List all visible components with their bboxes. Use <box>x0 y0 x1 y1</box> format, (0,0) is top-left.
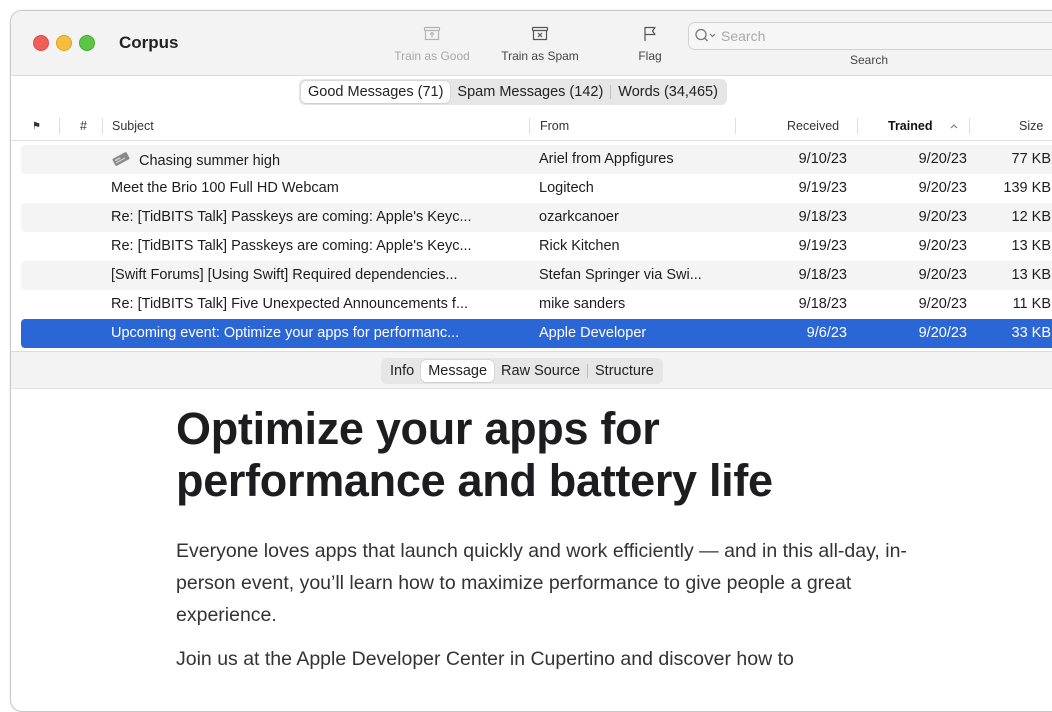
column-divider <box>735 118 736 134</box>
row-trained: 9/20/23 <box>918 267 967 283</box>
column-divider <box>59 118 60 134</box>
tab-message[interactable]: Message <box>421 360 495 382</box>
column-size[interactable]: Size <box>1019 119 1043 133</box>
row-subject: Chasing summer high <box>111 151 521 171</box>
toolbar: Corpus Train as Good Train as Spam Flag … <box>11 11 1052 76</box>
table-row[interactable]: [Swift Forums] [Using Swift] Required de… <box>21 261 1052 290</box>
tab-words[interactable]: Words (34,465) <box>611 81 725 103</box>
table-row-selected[interactable]: Upcoming event: Optimize your apps for p… <box>21 319 1052 348</box>
train-as-good-button[interactable]: Train as Good <box>387 23 477 63</box>
window-title: Corpus <box>119 33 179 52</box>
tab-raw-source[interactable]: Raw Source <box>494 360 587 382</box>
row-received: 9/18/23 <box>798 267 847 283</box>
column-divider <box>969 118 970 134</box>
message-paragraph: Everyone loves apps that launch quickly … <box>176 540 907 626</box>
search-box[interactable] <box>688 22 1052 50</box>
minimize-window-button[interactable] <box>56 35 72 51</box>
message-headline: Optimize your apps for performance and b… <box>176 403 773 506</box>
train-as-spam-label: Train as Spam <box>501 49 579 63</box>
row-subject: Re: [TidBITS Talk] Passkeys are coming: … <box>111 238 472 254</box>
search-input[interactable] <box>719 26 1023 46</box>
row-trained: 9/20/23 <box>918 151 967 167</box>
search-field-group: Search <box>688 22 1052 67</box>
train-as-spam-button[interactable]: Train as Spam <box>491 23 589 63</box>
row-received: 9/6/23 <box>806 325 847 341</box>
row-subject-text: Chasing summer high <box>139 153 281 169</box>
row-subject: [Swift Forums] [Using Swift] Required de… <box>111 267 458 283</box>
message-body: Optimize your apps for performance and b… <box>176 403 916 675</box>
column-number[interactable]: # <box>80 119 87 133</box>
search-icon[interactable] <box>694 27 718 50</box>
row-subject: Re: [TidBITS Talk] Passkeys are coming: … <box>111 209 472 225</box>
row-from: mike sanders <box>539 296 626 312</box>
row-size: 13 KB <box>1011 238 1052 254</box>
table-row[interactable]: Chasing summer high Ariel from Appfigure… <box>21 145 1052 174</box>
table-row[interactable]: Re: [TidBITS Talk] Passkeys are coming: … <box>21 203 1052 232</box>
row-received: 9/10/23 <box>798 151 847 167</box>
flag-icon <box>627 23 673 45</box>
detail-tabs: Info Message Raw Source Structure <box>381 358 663 384</box>
search-label: Search <box>850 53 889 67</box>
column-divider <box>857 118 858 134</box>
row-from: ozarkcanoer <box>539 209 619 225</box>
row-size: 77 KB <box>1011 151 1052 167</box>
row-size: 33 KB <box>1011 325 1052 341</box>
row-received: 9/19/23 <box>798 180 847 196</box>
tab-structure[interactable]: Structure <box>588 360 661 382</box>
row-subject: Re: [TidBITS Talk] Five Unexpected Annou… <box>111 296 469 312</box>
row-trained: 9/20/23 <box>918 238 967 254</box>
row-size: 139 KB <box>1003 180 1051 196</box>
row-from: Rick Kitchen <box>539 238 620 254</box>
row-trained: 9/20/23 <box>918 209 967 225</box>
newspaper-icon <box>111 151 131 171</box>
tab-info[interactable]: Info <box>383 360 421 382</box>
row-from: Ariel from Appfigures <box>539 151 674 167</box>
message-list: Chasing summer high Ariel from Appfigure… <box>21 145 1052 348</box>
tab-good-messages[interactable]: Good Messages (71) <box>301 81 451 103</box>
row-from: Logitech <box>539 180 594 196</box>
sort-ascending-icon[interactable] <box>949 120 959 134</box>
table-row[interactable]: Re: [TidBITS Talk] Passkeys are coming: … <box>21 232 1052 261</box>
row-size: 12 KB <box>1011 209 1052 225</box>
tray-up-icon <box>387 23 477 45</box>
message-paragraph: Join us at the Apple Developer Center in… <box>176 648 794 670</box>
table-row[interactable]: Re: [TidBITS Talk] Five Unexpected Annou… <box>21 290 1052 319</box>
column-subject[interactable]: Subject <box>112 119 154 133</box>
row-trained: 9/20/23 <box>918 180 967 196</box>
row-size: 13 KB <box>1011 267 1052 283</box>
row-trained: 9/20/23 <box>918 325 967 341</box>
column-received[interactable]: Received <box>787 119 839 133</box>
row-subject: Upcoming event: Optimize your apps for p… <box>111 325 460 341</box>
row-received: 9/18/23 <box>798 209 847 225</box>
row-subject: Meet the Brio 100 Full HD Webcam <box>111 180 339 196</box>
column-from[interactable]: From <box>540 119 569 133</box>
row-received: 9/18/23 <box>798 296 847 312</box>
column-flag[interactable]: ⚑ <box>32 121 41 132</box>
row-trained: 9/20/23 <box>918 296 967 312</box>
column-trained[interactable]: Trained <box>888 119 932 133</box>
row-size: 11 KB <box>1012 296 1051 312</box>
flag-button[interactable]: Flag <box>627 23 673 63</box>
column-divider <box>529 118 530 134</box>
column-divider <box>102 118 103 134</box>
row-received: 9/19/23 <box>798 238 847 254</box>
corpus-window: Corpus Train as Good Train as Spam Flag … <box>10 10 1052 712</box>
train-as-good-label: Train as Good <box>394 49 470 63</box>
zoom-window-button[interactable] <box>79 35 95 51</box>
row-from: Stefan Springer via Swi... <box>539 267 702 283</box>
table-header: ⚑ # Subject From Received Trained Size <box>11 112 1052 141</box>
table-row[interactable]: Meet the Brio 100 Full HD Webcam Logitec… <box>21 174 1052 203</box>
corpus-tabs: Good Messages (71) Spam Messages (142) W… <box>299 79 727 105</box>
tray-x-icon <box>491 23 589 45</box>
flag-label: Flag <box>638 49 662 63</box>
tab-spam-messages[interactable]: Spam Messages (142) <box>450 81 610 103</box>
close-window-button[interactable] <box>33 35 49 51</box>
row-from: Apple Developer <box>539 325 647 341</box>
